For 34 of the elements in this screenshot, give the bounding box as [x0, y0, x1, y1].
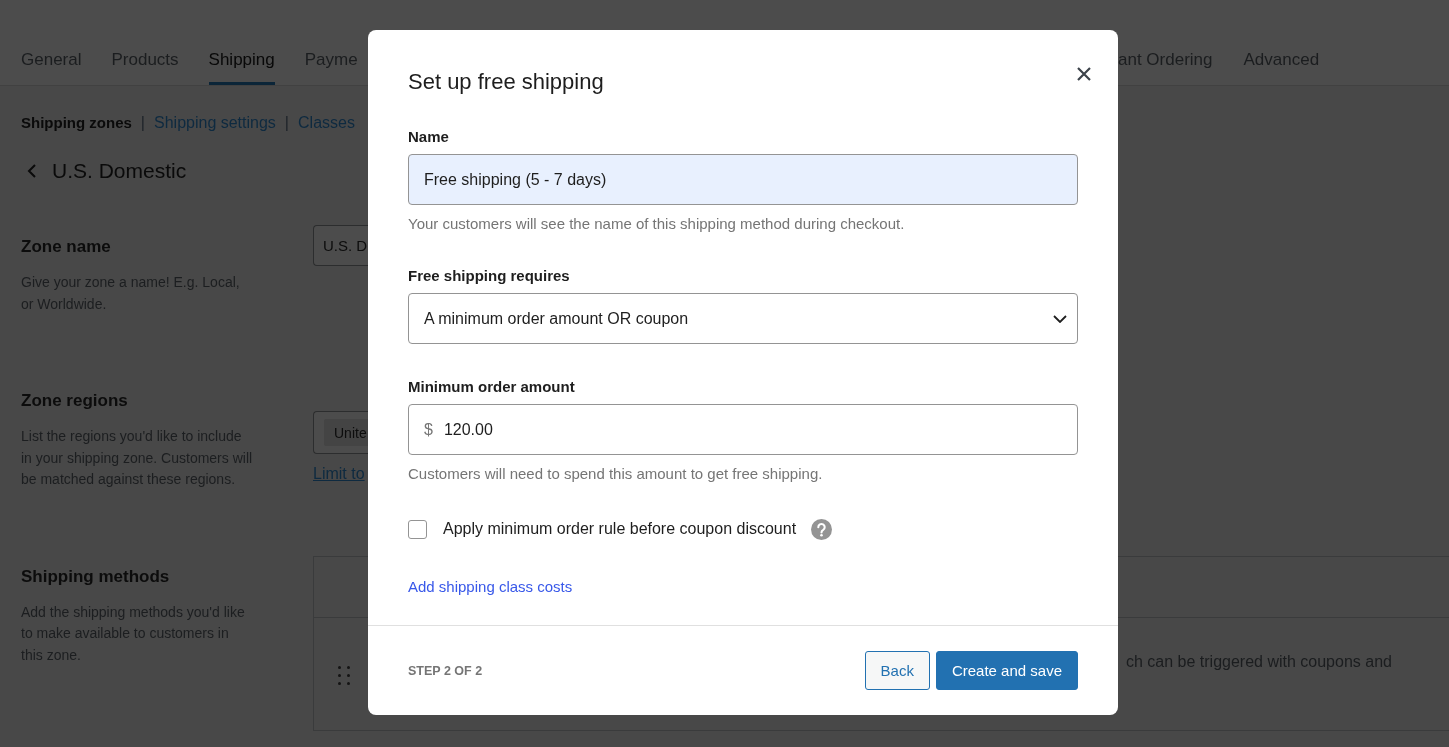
section-title: Zone name [21, 236, 112, 258]
step-indicator: STEP 2 OF 2 [408, 663, 483, 678]
amount-input[interactable]: $ 120.00 [408, 404, 1078, 455]
field-label: Name [408, 127, 450, 147]
subnav-link[interactable]: Classes [298, 112, 355, 134]
close-icon [1077, 67, 1091, 81]
field-label: Free shipping requires [408, 266, 571, 286]
regions-field[interactable]: Unite [313, 411, 368, 454]
subnav-current[interactable]: Shipping zones [21, 112, 132, 134]
name-input[interactable]: Free shipping (5 - 7 days) [408, 154, 1078, 205]
separator: | [284, 113, 289, 133]
section-title: Shipping methods [21, 565, 171, 588]
subnav-link[interactable]: Shipping settings [154, 112, 276, 134]
requirement-select[interactable]: A minimum order amount OR coupon [408, 293, 1078, 344]
help-icon[interactable] [811, 518, 833, 540]
chevron-left-icon[interactable] [27, 164, 36, 178]
drag-handle-icon[interactable] [338, 665, 350, 685]
field-label: Minimum order amount [408, 377, 576, 397]
section-title: Zone regions [21, 390, 129, 412]
help-text: Your customers will see the name of this shipping method during checkout. [408, 215, 906, 233]
separator: | [140, 113, 145, 133]
create-and-save-button[interactable]: Create and save [935, 651, 1078, 690]
checkbox[interactable] [408, 519, 427, 539]
page-heading: U.S. Domestic [52, 158, 187, 184]
region-tag: Unite [324, 419, 368, 446]
help-text: Customers will need to spend this amount to get free shipping. [408, 465, 824, 483]
add-class-costs-link[interactable]: Add shipping class costs [408, 577, 573, 597]
limit-link[interactable]: Limit to [313, 462, 365, 486]
checkbox-label[interactable]: Apply minimum order rule before coupon discount [443, 520, 797, 538]
zone-name-field[interactable]: U.S. D [313, 225, 368, 266]
chevron-down-icon [1053, 314, 1067, 323]
back-button[interactable]: Back [864, 651, 930, 690]
nav-tab[interactable]: Shipping [208, 48, 275, 85]
dialog-title: Set up free shipping [408, 70, 604, 94]
